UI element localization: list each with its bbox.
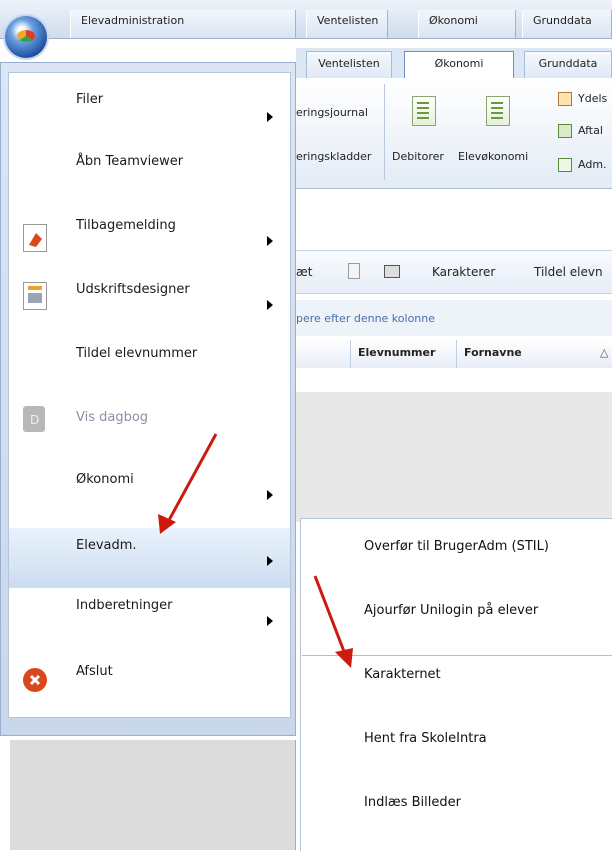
document-icon[interactable] (348, 263, 360, 279)
column-divider (350, 340, 351, 368)
column-header-fornavne[interactable]: Fornavne (464, 346, 522, 359)
menu-item-label: Afslut (76, 664, 113, 679)
debitorer-button[interactable]: Debitorer (392, 150, 444, 163)
submenu-arrow-icon (267, 490, 273, 500)
adm-button[interactable]: Adm. (578, 158, 607, 171)
menu-item-label: Elevadm. (76, 538, 137, 553)
group-by-hint-text: pere efter denne kolonne (296, 312, 436, 325)
tildel-elevnummer-button[interactable]: Tildel elevn (534, 265, 603, 279)
submenu-arrow-icon (267, 112, 273, 122)
grid-header: Elevnummer Fornavne △ (296, 340, 612, 369)
filter-row[interactable] (296, 368, 612, 393)
annotation-arrow-icon (313, 575, 353, 668)
menu-item-label: Åbn Teamviewer (76, 154, 184, 169)
ribbon-separator (384, 84, 385, 180)
tab-okonomi[interactable]: Økonomi (418, 10, 516, 38)
column-divider (456, 340, 457, 368)
feedback-icon (23, 224, 47, 252)
elevadm-submenu: Overfør til BrugerAdm (STIL) Ajourfør Un… (300, 518, 612, 851)
menu-item-indberetninger[interactable]: Indberetninger (9, 592, 290, 652)
menu-item-udskriftsdesigner[interactable]: Udskriftsdesigner (9, 272, 290, 332)
menu-item-teamviewer[interactable]: Åbn Teamviewer (9, 144, 290, 204)
tab-ventelisten[interactable]: Ventelisten (306, 10, 388, 38)
printer-icon[interactable] (384, 265, 400, 278)
grid-empty-area (296, 392, 612, 522)
group-by-hint: pere efter denne kolonne (296, 300, 612, 336)
submenu-item-indlaes-billeder[interactable]: Indlæs Billeder (364, 795, 461, 810)
background-panel (10, 740, 296, 850)
svg-text:D: D (30, 413, 39, 427)
menu-item-label: Udskriftsdesigner (76, 282, 190, 297)
debitorer-icon (412, 96, 436, 126)
ribbon-tab-row: Ventelisten Økonomi Grunddata (296, 48, 612, 79)
print-designer-icon (23, 282, 47, 310)
ribbon-kladder-button[interactable]: eringskladder (296, 150, 371, 163)
exit-icon (23, 668, 47, 692)
submenu-item-overfor-brugeradm[interactable]: Overfør til BrugerAdm (STIL) (364, 539, 549, 554)
ydelser-button[interactable]: Ydels (578, 92, 607, 105)
tab-elevadministration[interactable]: Elevadministration (70, 10, 296, 38)
menu-item-filer[interactable]: Filer (9, 80, 290, 140)
menu-item-label: Økonomi (76, 472, 134, 487)
submenu-item-karakternet[interactable]: Karakternet (364, 667, 441, 682)
menu-item-label: Filer (76, 92, 104, 107)
submenu-arrow-icon (267, 556, 273, 566)
sort-indicator-icon: △ (600, 346, 609, 359)
submenu-arrow-icon (267, 300, 273, 310)
menu-item-tildel-elevnummer[interactable]: Tildel elevnummer (9, 336, 290, 396)
ribbon-tab-ventelisten[interactable]: Ventelisten (306, 51, 392, 78)
aftaler-icon (558, 124, 572, 138)
aftaler-button[interactable]: Aftal (578, 124, 603, 137)
diary-icon: D (23, 406, 45, 432)
ribbon-journal-button[interactable]: eringsjournal (296, 106, 368, 119)
menu-item-tilbagemelding[interactable]: Tilbagemelding (9, 208, 290, 268)
ydelser-icon (558, 92, 572, 106)
menu-item-label: Tilbagemelding (76, 218, 176, 233)
application-orb-button[interactable] (5, 16, 47, 58)
menu-item-afslut[interactable]: Afslut (9, 656, 290, 716)
column-header-elevnummer[interactable]: Elevnummer (358, 346, 435, 359)
menu-item-label: Vis dagbog (76, 410, 149, 425)
karakterer-button[interactable]: Karakterer (432, 265, 495, 279)
menu-item-label: Tildel elevnummer (76, 346, 198, 361)
menu-item-label: Indberetninger (76, 598, 173, 613)
annotation-arrow-icon (158, 433, 218, 534)
submenu-arrow-icon (267, 236, 273, 246)
ribbon-tab-grunddata[interactable]: Grunddata (524, 51, 612, 78)
submenu-item-hent-skoleintra[interactable]: Hent fra SkoleIntra (364, 731, 487, 746)
tab-grunddata[interactable]: Grunddata (522, 10, 612, 38)
toolbar-partial-button[interactable]: æt (296, 265, 313, 279)
elevokonomi-button[interactable]: Elevøkonomi (458, 150, 528, 163)
submenu-arrow-icon (267, 616, 273, 626)
ribbon-tab-okonomi[interactable]: Økonomi (404, 51, 514, 79)
ribbon-panel: eringsjournal eringskladder Debitorer El… (296, 78, 612, 189)
grid-toolbar: æt Karakterer Tildel elevn (296, 250, 612, 294)
elevokonomi-icon (486, 96, 510, 126)
adm-icon (558, 158, 572, 172)
submenu-item-ajourfor-unilogin[interactable]: Ajourfør Unilogin på elever (364, 603, 538, 618)
